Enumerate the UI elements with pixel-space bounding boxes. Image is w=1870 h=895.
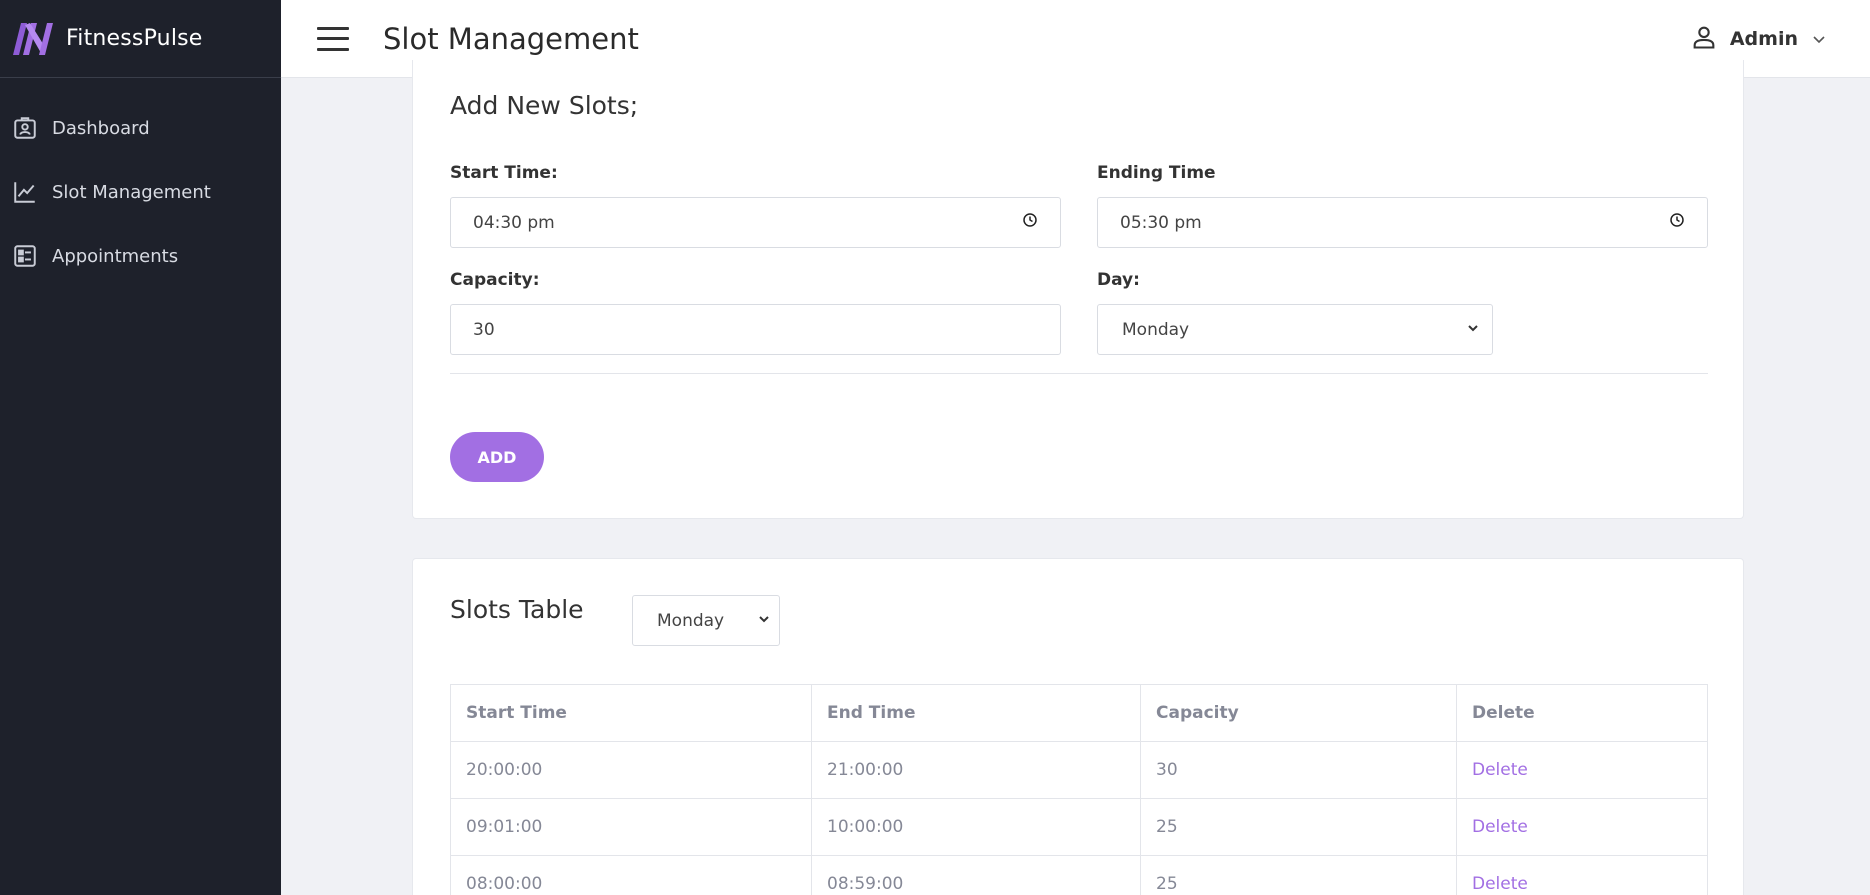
cell-start-time: 08:00:00 [450, 855, 812, 895]
add-button[interactable]: ADD [450, 432, 544, 482]
cell-capacity: 30 [1140, 741, 1457, 799]
day-filter-value: Monday [657, 610, 725, 631]
sidebar-item-label: Slot Management [52, 181, 211, 203]
cell-capacity: 25 [1140, 855, 1457, 895]
day-select-value: Monday [1122, 319, 1190, 340]
page-title: Slot Management [383, 21, 639, 56]
delete-link[interactable]: Delete [1456, 798, 1708, 856]
sidebar-item-slot-management[interactable]: Slot Management [0, 160, 281, 224]
day-filter-select[interactable]: Monday [632, 595, 780, 646]
user-icon [1690, 23, 1718, 55]
start-time-input[interactable]: 04:30 pm [450, 197, 1061, 248]
start-time-label: Start Time: [450, 163, 558, 183]
table-row: 20:00:00 21:00:00 30 Delete [450, 741, 1708, 799]
table-row: 08:00:00 08:59:00 25 Delete [450, 855, 1708, 895]
sidebar-item-label: Appointments [52, 245, 179, 267]
clock-icon[interactable] [1669, 212, 1685, 233]
column-header-end-time: End Time [811, 684, 1141, 742]
ending-time-input[interactable]: 05:30 pm [1097, 197, 1708, 248]
sidebar-item-label: Dashboard [52, 117, 150, 139]
user-name: Admin [1729, 28, 1798, 50]
cell-end-time: 10:00:00 [811, 798, 1141, 856]
ending-time-value: 05:30 pm [1120, 212, 1202, 233]
add-slots-card: Add New Slots; Start Time: 04:30 pm Endi… [412, 60, 1744, 519]
column-header-capacity: Capacity [1140, 684, 1457, 742]
table-row: 09:01:00 10:00:00 25 Delete [450, 798, 1708, 856]
cell-capacity: 25 [1140, 798, 1457, 856]
capacity-value: 30 [473, 319, 495, 340]
capacity-label: Capacity: [450, 270, 540, 290]
ending-time-label: Ending Time [1097, 163, 1216, 183]
add-slots-title: Add New Slots; [450, 91, 639, 120]
day-label: Day: [1097, 270, 1140, 290]
chevron-down-icon [1813, 36, 1825, 44]
cell-end-time: 21:00:00 [811, 741, 1141, 799]
menu-icon[interactable] [317, 26, 349, 51]
sidebar-item-appointments[interactable]: Appointments [0, 224, 281, 288]
sidebar-nav: Dashboard Slot Management Appointments [0, 78, 281, 288]
start-time-value: 04:30 pm [473, 212, 555, 233]
cell-end-time: 08:59:00 [811, 855, 1141, 895]
list-card-icon [12, 243, 38, 269]
chevron-down-icon [757, 611, 771, 631]
slots-table-card: Slots Table Monday Start Time End Time C… [412, 558, 1744, 895]
sidebar-item-dashboard[interactable]: Dashboard [0, 96, 281, 160]
form-divider [450, 373, 1708, 374]
capacity-input[interactable]: 30 [450, 304, 1061, 355]
brand-logo-icon [13, 22, 53, 55]
clock-icon[interactable] [1022, 212, 1038, 233]
cell-start-time: 20:00:00 [450, 741, 812, 799]
id-badge-icon [12, 115, 38, 141]
table-header-row: Start Time End Time Capacity Delete [450, 684, 1708, 742]
cell-start-time: 09:01:00 [450, 798, 812, 856]
slots-table: Start Time End Time Capacity Delete 20:0… [450, 684, 1708, 895]
delete-link[interactable]: Delete [1456, 741, 1708, 799]
chevron-down-icon [1466, 320, 1480, 340]
line-chart-icon [12, 179, 38, 205]
column-header-delete: Delete [1456, 684, 1708, 742]
sidebar: FitnessPulse Dashboard Slot Management A… [0, 0, 281, 895]
day-select[interactable]: Monday [1097, 304, 1493, 355]
brand-name: FitnessPulse [66, 26, 203, 51]
column-header-start-time: Start Time [450, 684, 812, 742]
slots-table-title: Slots Table [450, 595, 584, 624]
brand[interactable]: FitnessPulse [0, 0, 281, 78]
delete-link[interactable]: Delete [1456, 855, 1708, 895]
